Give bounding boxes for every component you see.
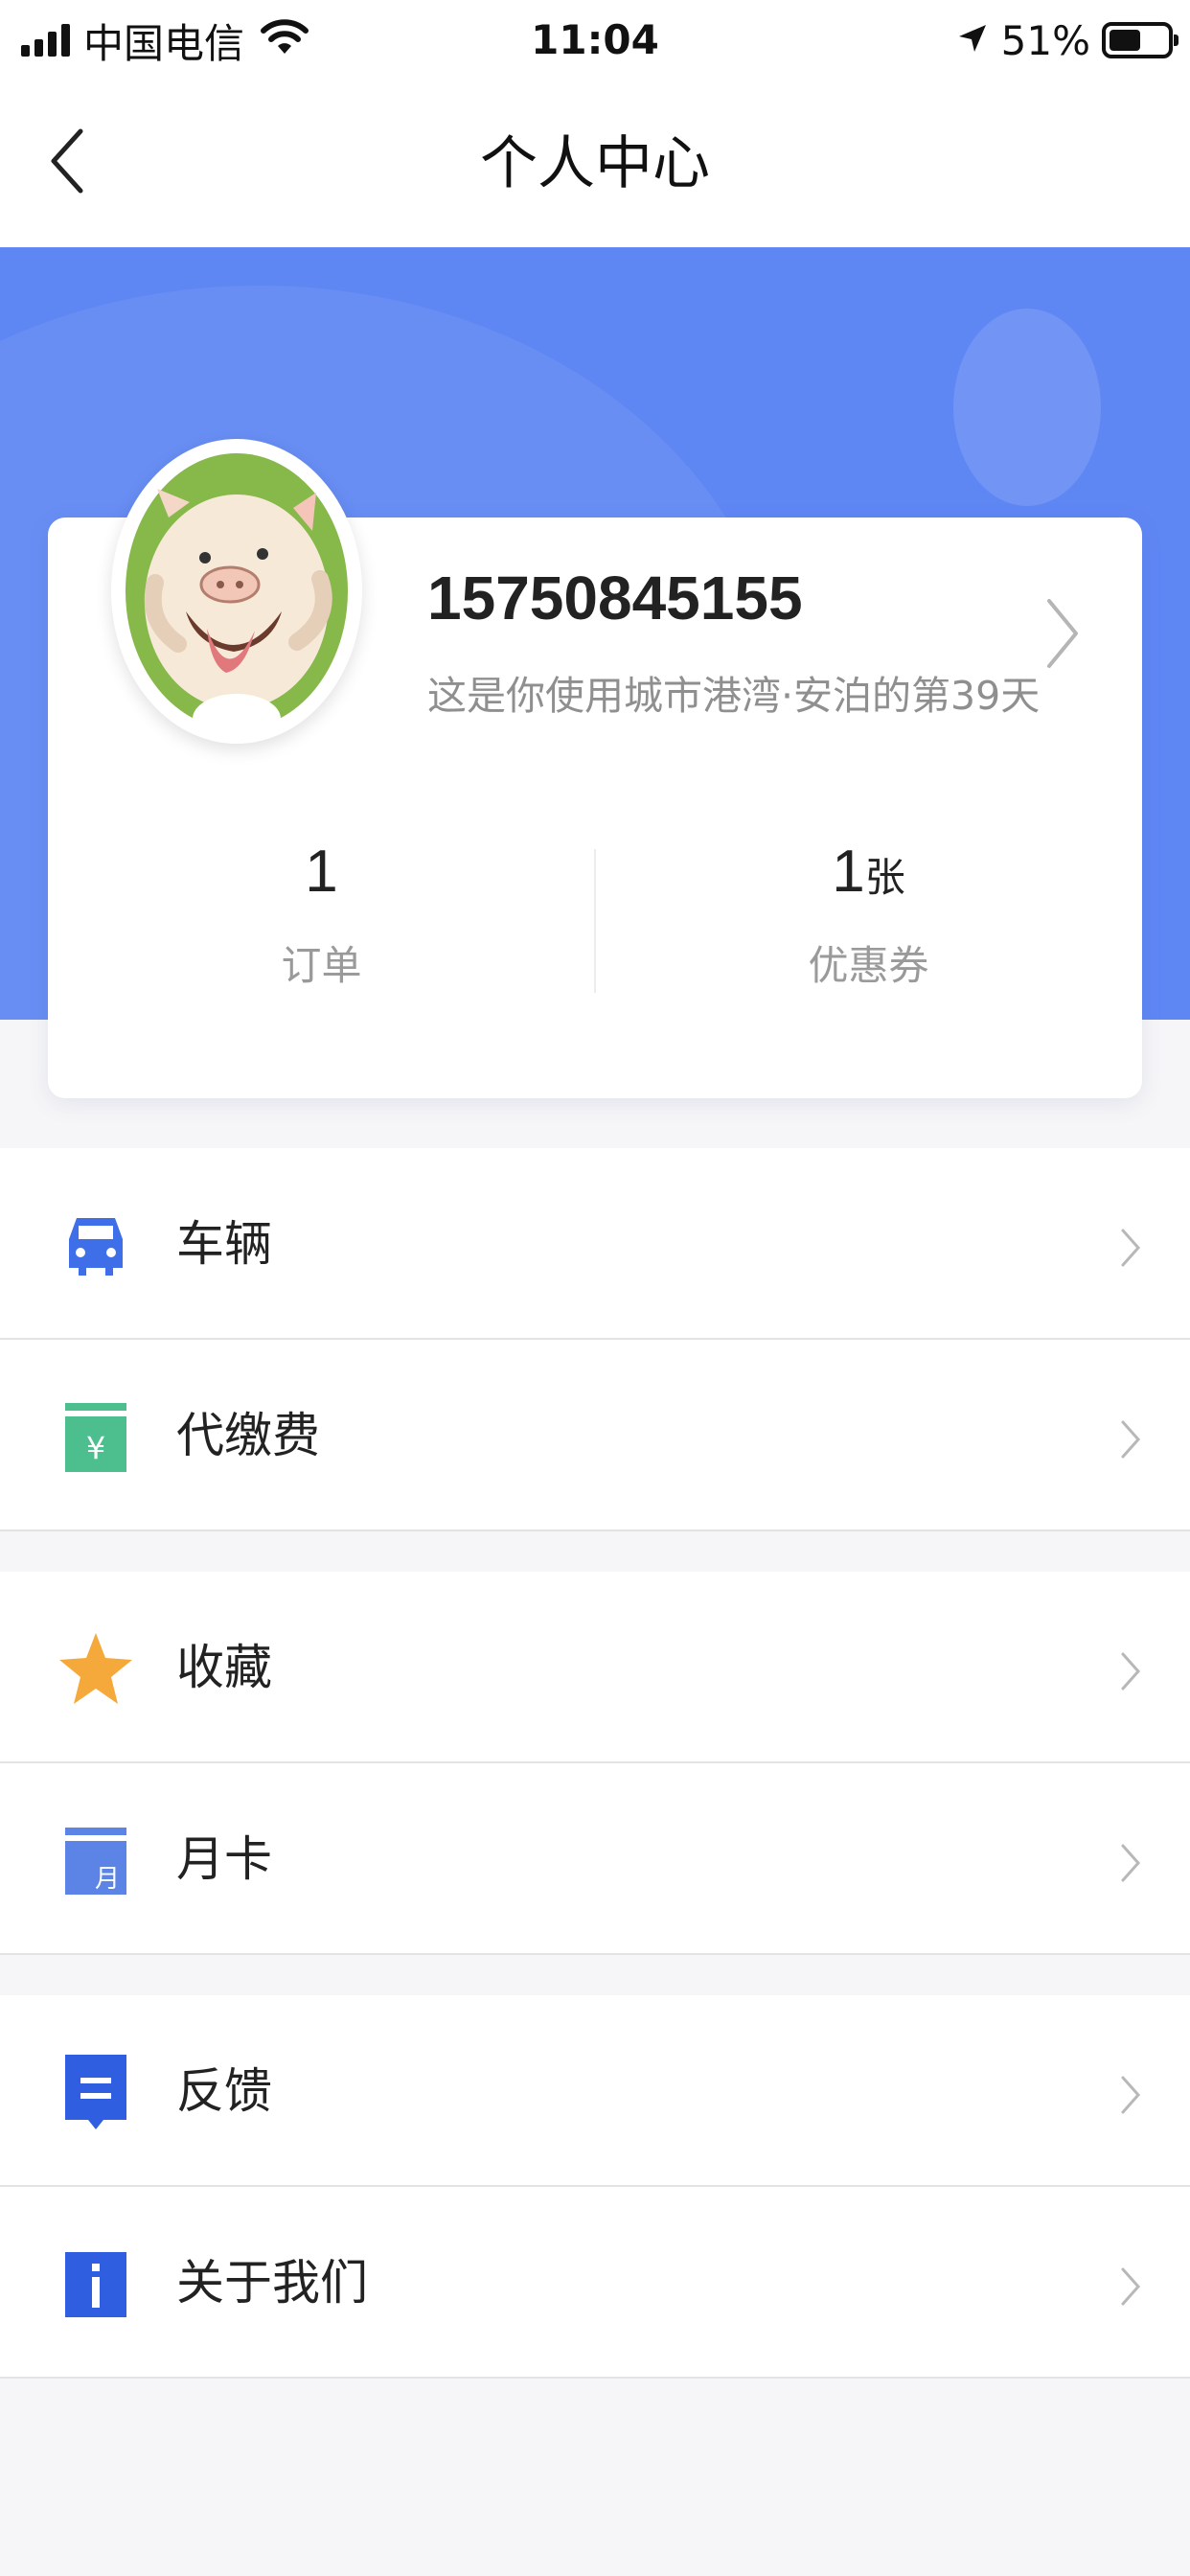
chevron-right-icon <box>1113 2068 1148 2122</box>
chevron-right-icon <box>1113 1221 1148 1275</box>
monthly-card-icon-text: 月 <box>95 1865 120 1894</box>
chevron-right-icon <box>1113 1413 1148 1466</box>
chevron-right-icon <box>1113 2260 1148 2313</box>
coupons-label: 优惠券 <box>808 942 929 989</box>
avatar[interactable] <box>111 439 362 744</box>
battery-percent: 51% <box>1000 16 1090 64</box>
chevron-right-icon <box>1047 599 1078 668</box>
menu-item-favorites[interactable]: 收藏 <box>0 1572 1190 1763</box>
orders-stat[interactable]: 1 订单 <box>48 834 595 997</box>
menu-label-payment: 代缴费 <box>176 1408 320 1463</box>
menu-label-favorites: 收藏 <box>176 1640 272 1695</box>
page-title: 个人中心 <box>480 130 710 197</box>
menu-item-payment[interactable]: ¥ 代缴费 <box>0 1340 1190 1531</box>
star-icon <box>57 1633 134 1704</box>
location-arrow-icon <box>955 21 990 59</box>
menu-label-vehicles: 车辆 <box>176 1216 272 1272</box>
usage-days-text: 这是你使用城市港湾·安泊的第39天 <box>427 673 1041 719</box>
banner-decoration-circle <box>953 309 1101 506</box>
menu-item-monthly-card[interactable]: 月 月卡 <box>0 1763 1190 1955</box>
phone-number: 15750845155 <box>427 564 803 632</box>
menu-item-about-us[interactable]: 关于我们 <box>0 2187 1190 2379</box>
menu-label-monthly-card: 月卡 <box>176 1831 272 1887</box>
orders-count: 1 <box>305 839 338 905</box>
monthly-card-icon: 月 <box>57 1827 134 1896</box>
cartoon-pig-avatar <box>126 453 348 744</box>
menu-group-1: 车辆 ¥ 代缴费 <box>0 1148 1190 1531</box>
chevron-right-icon <box>1113 1836 1148 1890</box>
stats-divider <box>594 849 596 993</box>
navigation-bar: 个人中心 <box>0 80 1190 247</box>
battery-icon <box>1102 22 1179 58</box>
orders-label: 订单 <box>281 942 362 989</box>
menu-group-3: 反馈 关于我们 <box>0 1995 1190 2379</box>
coupons-unit: 张 <box>864 855 905 900</box>
chevron-right-icon <box>1113 1644 1148 1698</box>
car-icon <box>57 1211 134 1280</box>
menu-label-about-us: 关于我们 <box>176 2255 368 2311</box>
status-bar: 中国电信 11:04 51% <box>0 0 1190 80</box>
menu-item-feedback[interactable]: 反馈 <box>0 1995 1190 2187</box>
profile-card[interactable]: 15750845155 这是你使用城市港湾·安泊的第39天 1 订单 1张 优惠… <box>48 439 1142 1098</box>
coupons-stat[interactable]: 1张 优惠券 <box>595 834 1142 997</box>
menu-label-feedback: 反馈 <box>176 2063 272 2119</box>
info-icon <box>57 2250 134 2319</box>
profile-detail-button[interactable] <box>1039 590 1087 677</box>
payment-yuan-icon: ¥ <box>57 1403 134 1472</box>
menu-item-vehicles[interactable]: 车辆 <box>0 1148 1190 1340</box>
feedback-icon <box>57 2055 134 2129</box>
coupons-count: 1 <box>832 839 865 905</box>
svg-text:¥: ¥ <box>86 1430 105 1466</box>
menu-group-2: 收藏 月 月卡 <box>0 1572 1190 1955</box>
